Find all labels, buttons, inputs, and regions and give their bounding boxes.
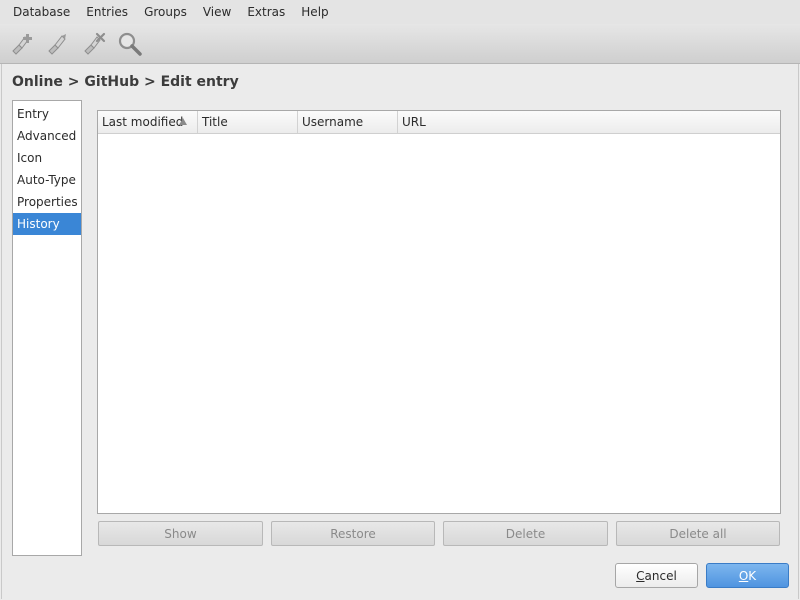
edit-entry-icon [48,33,66,55]
column-header-username[interactable]: Username [298,111,398,133]
category-item-auto-type[interactable]: Auto-Type [13,169,81,191]
category-item-history[interactable]: History [13,213,81,235]
menu-entries[interactable]: Entries [78,0,136,24]
category-item-properties[interactable]: Properties [13,191,81,213]
column-header-url[interactable]: URL [398,111,780,133]
delete-button[interactable]: Delete [443,521,608,546]
column-label-last-modified: Last modified [102,115,184,129]
menu-help[interactable]: Help [293,0,336,24]
cancel-label: ancel [644,568,677,583]
ok-mnemonic: O [738,568,749,583]
search-button[interactable] [115,29,145,59]
column-header-title[interactable]: Title [198,111,298,133]
ok-label: K [748,568,757,583]
edit-entry-panel: Online > GitHub > Edit entry Entry Advan… [1,64,799,599]
restore-button[interactable]: Restore [271,521,435,546]
category-item-advanced[interactable]: Advanced [13,125,81,147]
table-header: Last modified Title Username URL [98,111,780,134]
add-entry-button[interactable] [7,29,37,59]
menubar: Database Entries Groups View Extras Help [0,0,800,24]
sort-ascending-icon [179,118,187,125]
cancel-mnemonic: C [636,568,645,583]
column-label-url: URL [402,115,426,129]
page-title: Online > GitHub > Edit entry [12,74,239,90]
menu-view[interactable]: View [195,0,239,24]
category-item-icon[interactable]: Icon [13,147,81,169]
menu-extras[interactable]: Extras [239,0,293,24]
column-label-username: Username [302,115,364,129]
show-button[interactable]: Show [98,521,263,546]
history-table[interactable]: Last modified Title Username URL [97,110,781,514]
column-label-title: Title [202,115,228,129]
toolbar [0,24,800,64]
delete-entry-button[interactable] [79,29,109,59]
column-header-last-modified[interactable]: Last modified [98,111,198,133]
edit-entry-button[interactable] [43,29,73,59]
ok-button[interactable]: OK [706,563,789,588]
menu-database[interactable]: Database [5,0,78,24]
add-entry-icon [12,33,32,55]
menu-groups[interactable]: Groups [136,0,195,24]
delete-all-button[interactable]: Delete all [616,521,780,546]
search-icon [118,32,142,56]
category-item-entry[interactable]: Entry [13,103,81,125]
cancel-button[interactable]: Cancel [615,563,698,588]
delete-entry-icon [84,32,106,55]
category-list: Entry Advanced Icon Auto-Type Properties… [12,100,82,556]
